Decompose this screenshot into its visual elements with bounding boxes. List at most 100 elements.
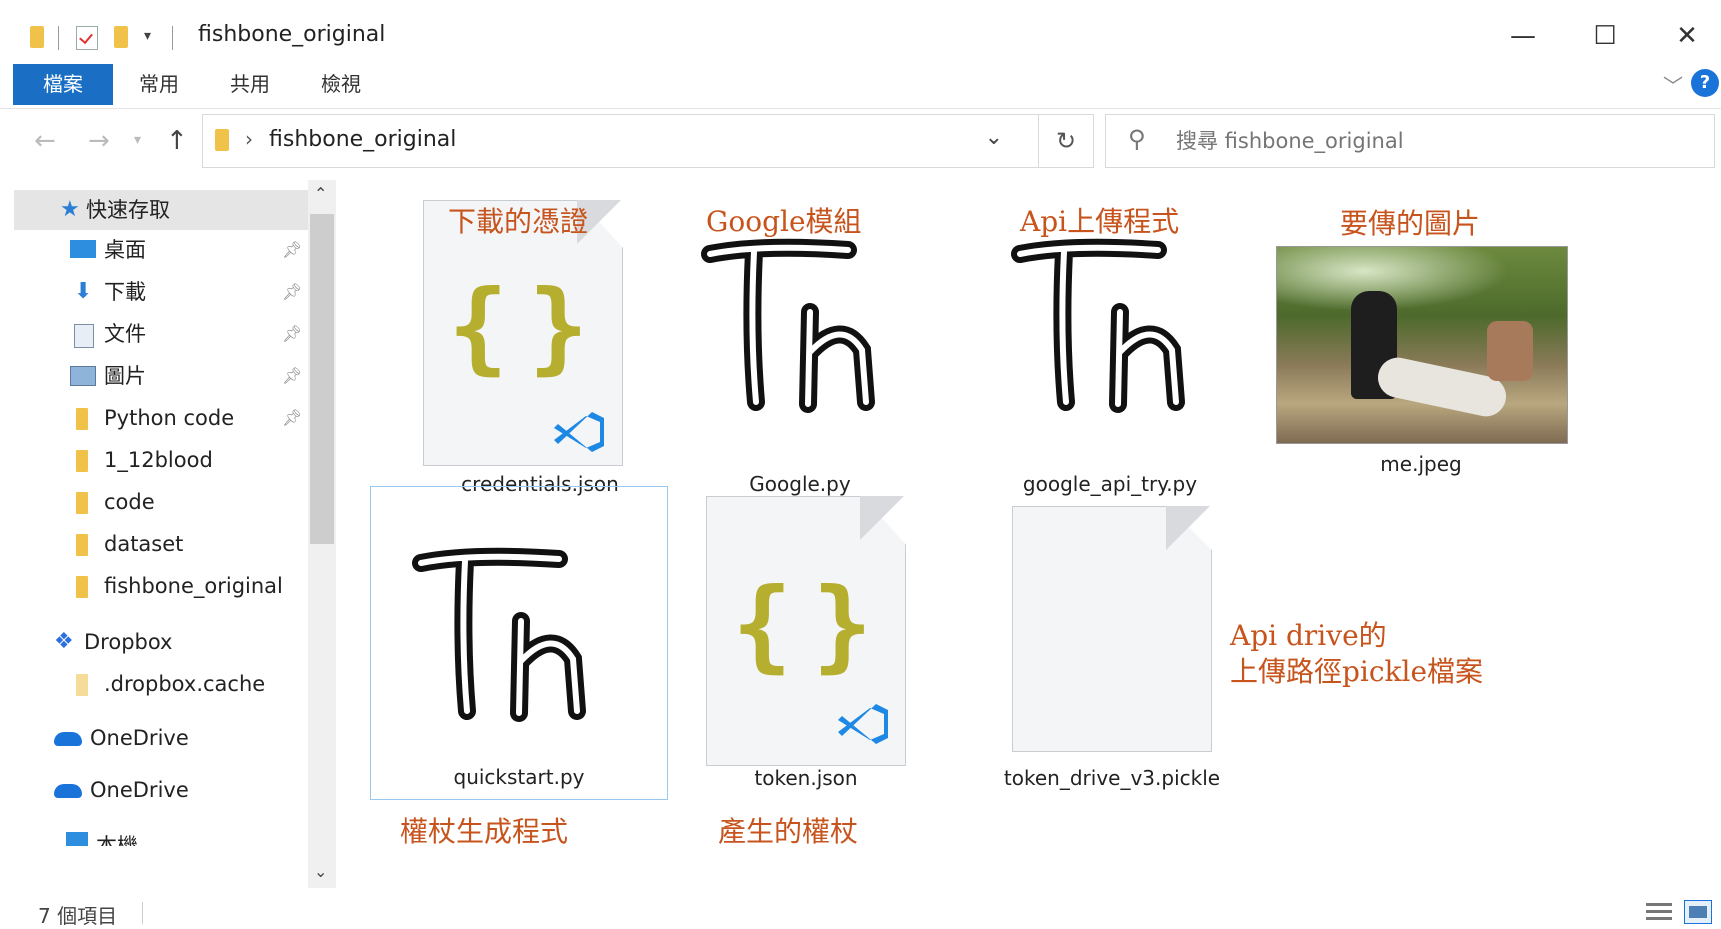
file-item-selected[interactable]: quickstart.py xyxy=(370,486,668,800)
sidebar-item-dataset[interactable]: dataset xyxy=(14,524,306,564)
python-file-icon xyxy=(1011,238,1185,413)
sidebar-item-1-12blood[interactable]: 1_12blood xyxy=(14,440,306,480)
annotation-image: 要傳的圖片 xyxy=(1340,207,1481,240)
file-name: quickstart.py xyxy=(453,765,585,789)
file-list: {} credentials.json Google.py google_api… xyxy=(340,176,1721,896)
sidebar-item-this-pc[interactable]: 本機 xyxy=(14,822,306,846)
properties-check-icon[interactable] xyxy=(76,26,98,50)
divider xyxy=(142,902,143,924)
annotation-quickstart: 權杖生成程式 xyxy=(400,815,569,848)
file-item[interactable]: Google.py xyxy=(690,210,910,496)
sidebar-item-onedrive[interactable]: OneDrive xyxy=(14,770,306,810)
folder-icon xyxy=(76,408,88,430)
pin-icon[interactable]: 📌︎ xyxy=(282,272,302,312)
braces-icon: {} xyxy=(732,566,893,683)
sidebar-item-desktop[interactable]: 桌面 📌︎ xyxy=(14,230,306,270)
details-view-icon[interactable] xyxy=(1646,900,1672,922)
folder-icon xyxy=(215,129,229,151)
folder-icon xyxy=(30,26,44,48)
file-item[interactable]: google_api_try.py xyxy=(1000,210,1220,496)
sidebar-item-documents[interactable]: 文件 📌︎ xyxy=(14,314,306,354)
pictures-icon xyxy=(70,366,96,386)
file-name: me.jpeg xyxy=(1380,452,1462,476)
sidebar-item-label: fishbone_original xyxy=(104,574,283,598)
minimize-button[interactable]: — xyxy=(1498,18,1548,54)
sidebar-item-label: 快速存取 xyxy=(86,198,170,222)
sidebar-scrollbar[interactable]: ⌃ ⌄ xyxy=(308,180,336,888)
refresh-button[interactable]: ↻ xyxy=(1038,115,1093,167)
sidebar-item-label: OneDrive xyxy=(90,778,189,802)
braces-icon: {} xyxy=(448,268,609,385)
person-feet xyxy=(1487,321,1533,381)
up-arrow-icon[interactable]: ↑ xyxy=(166,126,188,156)
maximize-button[interactable]: ☐ xyxy=(1580,18,1630,54)
file-item[interactable]: me.jpeg xyxy=(1276,246,1576,480)
divider xyxy=(172,26,173,50)
scroll-up-chevron-icon[interactable]: ⌃ xyxy=(314,184,327,203)
window-title: fishbone_original xyxy=(198,22,386,47)
folder-icon xyxy=(76,534,88,556)
sidebar-item-python-code[interactable]: Python code 📌︎ xyxy=(14,398,306,438)
annotation-pickle-line2: 上傳路徑pickle檔案 xyxy=(1230,655,1484,688)
sidebar-item-dropbox[interactable]: ❖ Dropbox xyxy=(14,622,306,662)
vscode-icon xyxy=(838,704,888,744)
sidebar-item-quick-access[interactable]: ★ 快速存取 xyxy=(14,190,308,230)
sidebar-item-pictures[interactable]: 圖片 📌︎ xyxy=(14,356,306,396)
ribbon-tabs: 檔案 常用 共用 檢視 ﹀ ? xyxy=(0,64,1721,109)
annotation-pickle-line1: Api drive的 xyxy=(1230,619,1387,652)
file-item[interactable]: {} token.json xyxy=(706,496,916,796)
annotation-google: Google模組 xyxy=(706,205,862,238)
sidebar-item-fishbone-original[interactable]: fishbone_original xyxy=(14,566,306,606)
cloud-icon xyxy=(54,784,82,798)
pin-icon[interactable]: 📌︎ xyxy=(282,230,302,270)
sidebar-item-label: Python code xyxy=(104,406,235,430)
sidebar-item-downloads[interactable]: ⬇ 下載 📌︎ xyxy=(14,272,306,312)
tab-home[interactable]: 常用 xyxy=(124,64,194,105)
title-bar: ▾ fishbone_original — ☐ ✕ xyxy=(0,0,1721,70)
document-icon xyxy=(74,324,94,348)
tab-view[interactable]: 檢視 xyxy=(306,64,376,105)
sidebar-item-label: dataset xyxy=(104,532,184,556)
page-fold xyxy=(1166,506,1210,550)
sidebar-item-code[interactable]: code xyxy=(14,482,306,522)
scroll-down-chevron-icon[interactable]: ⌄ xyxy=(314,862,327,881)
sidebar-item-onedrive[interactable]: OneDrive xyxy=(14,718,306,758)
computer-icon xyxy=(66,832,88,846)
file-item[interactable]: token_drive_v3.pickle xyxy=(1004,506,1252,796)
scrollbar-thumb[interactable] xyxy=(310,214,334,544)
sidebar-item-label: 文件 xyxy=(104,322,146,346)
navigation-pane: ★ 快速存取 桌面 📌︎ ⬇ 下載 📌︎ 文件 📌︎ 圖片 📌︎ Python … xyxy=(0,180,336,900)
large-icons-view-icon[interactable] xyxy=(1684,900,1712,924)
new-folder-icon[interactable] xyxy=(114,26,128,48)
expand-ribbon-chevron-icon[interactable]: ﹀ xyxy=(1663,70,1683,99)
forward-arrow-icon[interactable]: → xyxy=(88,126,110,156)
file-name: token_drive_v3.pickle xyxy=(1003,766,1221,790)
search-icon: ⚲ xyxy=(1128,125,1146,153)
annotation-api-upload: Api上傳程式 xyxy=(1020,205,1180,238)
divider xyxy=(58,26,59,50)
quick-access-dropdown-icon[interactable]: ▾ xyxy=(144,28,151,44)
breadcrumb-chevron-icon[interactable]: › xyxy=(245,127,253,151)
close-button[interactable]: ✕ xyxy=(1662,18,1712,54)
search-box[interactable]: ⚲ xyxy=(1105,114,1715,168)
recent-locations-chevron-icon[interactable]: ▾ xyxy=(134,132,141,148)
folder-icon xyxy=(76,492,88,514)
breadcrumb[interactable]: fishbone_original xyxy=(269,127,456,152)
help-button[interactable]: ? xyxy=(1691,69,1719,97)
folder-icon xyxy=(76,674,88,696)
annotation-token: 產生的權杖 xyxy=(718,815,859,848)
tab-share[interactable]: 共用 xyxy=(215,64,285,105)
python-file-icon xyxy=(412,547,586,722)
address-bar[interactable]: › fishbone_original ⌄ ↻ xyxy=(202,114,1094,168)
back-arrow-icon[interactable]: ← xyxy=(34,126,56,156)
search-input[interactable] xyxy=(1174,125,1698,157)
file-item[interactable]: {} credentials.json xyxy=(400,200,623,496)
pin-icon[interactable]: 📌︎ xyxy=(282,398,302,438)
sidebar-item-dropbox-cache[interactable]: .dropbox.cache xyxy=(14,664,306,704)
tab-file[interactable]: 檔案 xyxy=(13,64,113,105)
folder-icon xyxy=(76,450,88,472)
pin-icon[interactable]: 📌︎ xyxy=(282,356,302,396)
sidebar-item-label: 本機 xyxy=(96,834,138,846)
pin-icon[interactable]: 📌︎ xyxy=(282,314,302,354)
address-dropdown-chevron-icon[interactable]: ⌄ xyxy=(985,125,1003,150)
